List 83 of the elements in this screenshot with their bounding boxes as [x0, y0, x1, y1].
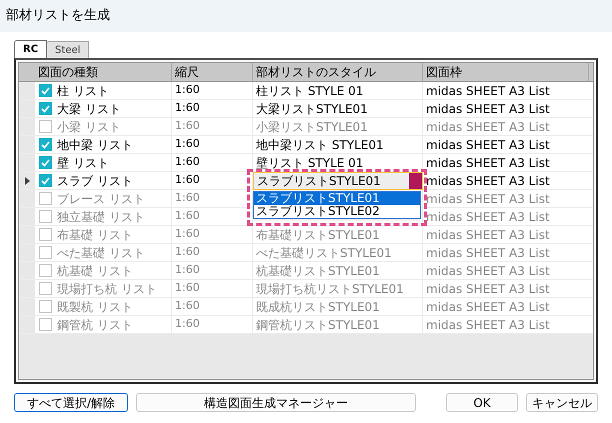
table-cell-text: 現場打ち杭リストSTYLE01	[255, 280, 405, 298]
checkbox[interactable]	[39, 264, 52, 277]
table-cell-text: midas SHEET A3 List	[426, 226, 550, 244]
table-cell-text: 1:60	[175, 262, 200, 278]
table-cell-text: 1:60	[175, 172, 200, 188]
table-cell-text: midas SHEET A3 List	[426, 136, 550, 154]
table-cell-text: midas SHEET A3 List	[426, 298, 550, 316]
checkbox[interactable]	[39, 156, 52, 169]
checkbox[interactable]	[39, 210, 52, 223]
table-cell-text: 柱 リスト	[57, 82, 109, 100]
table-cell-text: べた基礎リストSTYLE01	[255, 244, 393, 262]
table-cell-text: 1:60	[175, 154, 200, 170]
column-header[interactable]: 図面の種類	[35, 63, 172, 81]
table-cell-text: 大梁リストSTYLE01	[255, 100, 369, 118]
table-cell-text: midas SHEET A3 List	[426, 262, 550, 280]
tab[interactable]: RC	[14, 40, 48, 58]
checkbox[interactable]	[39, 138, 52, 151]
table-cell-text: 地中梁 リスト	[57, 136, 133, 154]
table-cell-text: midas SHEET A3 List	[426, 118, 550, 136]
dialog-button[interactable]: キャンセル	[526, 392, 598, 412]
table-cell-text: 既成杭リストSTYLE01	[255, 298, 381, 316]
checkbox[interactable]	[39, 228, 52, 241]
table-cell-text: 布基礎リストSTYLE01	[255, 226, 381, 244]
table-cell-text: midas SHEET A3 List	[426, 82, 550, 100]
table-cell-text: 大梁 リスト	[57, 100, 121, 118]
table-cell-text: 1:60	[175, 298, 200, 314]
checkbox[interactable]	[39, 84, 52, 97]
table-cell-text: midas SHEET A3 List	[426, 280, 550, 298]
table-cell-text: 鋼管杭リストSTYLE01	[255, 316, 381, 334]
table-cell-text: 布基礎 リスト	[57, 226, 133, 244]
tab[interactable]: Steel	[46, 41, 90, 58]
table-cell-text: 1:60	[175, 244, 200, 260]
table-cell-text: midas SHEET A3 List	[426, 172, 550, 190]
table-cell-text: midas SHEET A3 List	[426, 154, 550, 172]
window-title: 部材リストを生成	[6, 7, 110, 26]
table-cell-text: 小梁 リスト	[57, 118, 121, 136]
table-cell-text: 1:60	[175, 118, 200, 134]
table-cell-text: midas SHEET A3 List	[426, 316, 550, 334]
table-cell-text: 1:60	[175, 208, 200, 224]
table-cell-text: 1:60	[175, 280, 200, 296]
checkbox[interactable]	[39, 174, 52, 187]
table-cell-text: スラブ リスト	[57, 172, 133, 190]
dialog-button[interactable]: すべて選択/解除	[14, 392, 128, 412]
current-row-icon	[24, 176, 30, 184]
style-dropdown[interactable]: スラブリストSTYLE01	[253, 172, 423, 190]
dialog-button[interactable]: 構造図面生成マネージャー	[136, 392, 416, 412]
dropdown-option[interactable]: スラブリストSTYLE01	[254, 192, 420, 205]
row-header[interactable]	[19, 172, 35, 189]
dialog-button[interactable]: OK	[446, 392, 518, 412]
checkbox[interactable]	[39, 318, 52, 331]
checkbox[interactable]	[39, 102, 52, 115]
table-cell-text: 杭基礎 リスト	[57, 262, 133, 280]
table-cell-text: 1:60	[175, 316, 200, 332]
table-cell-text: 1:60	[175, 136, 200, 152]
column-header[interactable]: 部材リストのスタイル	[253, 63, 423, 81]
table-cell-text: midas SHEET A3 List	[426, 244, 550, 262]
checkbox[interactable]	[39, 192, 52, 205]
table-cell-text: 壁 リスト	[57, 154, 109, 172]
table-cell-text: 杭基礎リストSTYLE01	[255, 262, 381, 280]
table-cell-text: 現場打ち杭 リスト	[57, 280, 157, 298]
table-cell-text: 柱リスト STYLE 01	[255, 82, 364, 100]
table-cell-text: 1:60	[175, 226, 200, 242]
table-cell-text: 既製杭 リスト	[57, 298, 133, 316]
table-cell-text: ブレース リスト	[57, 190, 145, 208]
table-cell-text: 鋼管杭 リスト	[57, 316, 133, 334]
table-cell-text: べた基礎 リスト	[57, 244, 145, 262]
table-cell-text: 壁リスト STYLE 01	[255, 154, 364, 172]
table-cell-text: 1:60	[175, 100, 200, 116]
column-header[interactable]: 図面枠	[423, 63, 589, 81]
checkbox[interactable]	[39, 246, 52, 259]
table-cell-text: 独立基礎 リスト	[57, 208, 145, 226]
table-cell-text: midas SHEET A3 List	[426, 190, 550, 208]
table-cell-text: 地中梁リスト STYLE01	[255, 136, 385, 154]
checkbox[interactable]	[39, 282, 52, 295]
table-cell-text: 1:60	[175, 190, 200, 206]
table-cell-text: 小梁リストSTYLE01	[255, 118, 369, 136]
column-header[interactable]: 縮尺	[172, 63, 253, 81]
dropdown-option[interactable]: スラブリストSTYLE02	[254, 205, 420, 218]
table-cell-text: midas SHEET A3 List	[426, 208, 550, 226]
table-cell-text: 1:60	[175, 82, 200, 98]
checkbox[interactable]	[39, 300, 52, 313]
checkbox[interactable]	[39, 120, 52, 133]
table-cell-text: midas SHEET A3 List	[426, 100, 550, 118]
